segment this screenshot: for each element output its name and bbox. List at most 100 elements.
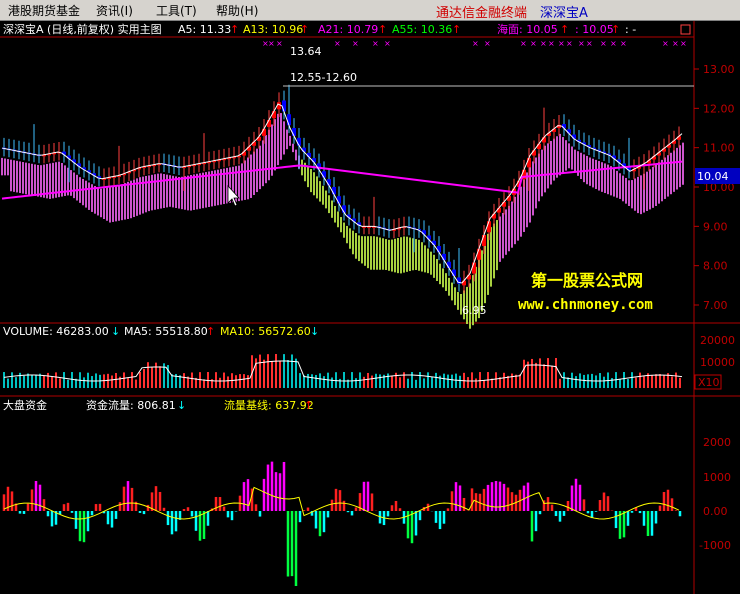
arrow-a13: ↑ — [300, 23, 309, 36]
volume-arrow: ↓ — [111, 325, 120, 338]
volume-axis-20000: 20000 — [700, 334, 735, 347]
arrow-secondary: ↑ — [611, 23, 620, 36]
price-tick-label: 13.00 — [703, 63, 735, 76]
candle-body — [337, 196, 341, 204]
menu-hk-futures-funds[interactable]: 港股期货基金 — [8, 2, 80, 19]
current-price-label: 10.04 — [697, 170, 729, 183]
volume-ma10-arrow: ↓ — [310, 325, 319, 338]
signal-marker: × — [372, 39, 379, 48]
volume-axis-10000: 10000 — [700, 356, 735, 369]
volume-ma10: MA10: 56572.60 — [220, 325, 311, 338]
high-price-label: 13.64 — [290, 45, 322, 58]
candle-body — [437, 246, 441, 253]
candle-body — [272, 111, 276, 119]
signal-markers: × × × × × × × × × × × × × × × × × × × × × × × — [262, 39, 687, 48]
candle-body — [527, 157, 531, 168]
signal-marker: × — [586, 39, 593, 48]
indicator-sea-level: 海面: 10.05 — [497, 22, 558, 36]
app-title: 通达信金融终端 — [436, 6, 528, 21]
signal-marker: × — [540, 39, 547, 48]
signal-marker: × — [276, 39, 283, 48]
main-panel-title: 深深宝A (日线,前复权) 实用主图 — [3, 22, 162, 36]
candle-body — [332, 187, 336, 195]
signal-marker: × — [484, 39, 491, 48]
candle-body — [292, 128, 296, 136]
stock-name: 深深宝A — [540, 6, 588, 21]
candle-body — [282, 100, 286, 112]
price-axis: 13.0012.0011.0010.009.008.007.00 — [694, 63, 735, 312]
panel-maximize-icon[interactable] — [680, 24, 691, 35]
watermark-url: www.chnmoney.com — [518, 297, 653, 313]
price-tick-label: 8.00 — [703, 260, 728, 273]
volume-ma5-arrow: ↑ — [206, 325, 215, 338]
volume-ma5: MA5: 55518.80 — [124, 325, 208, 338]
price-tick-label: 11.00 — [703, 142, 735, 155]
candle-body — [277, 102, 281, 110]
flow-panel-title: 大盘资金 — [3, 398, 47, 412]
candle-body — [447, 261, 451, 269]
price-tick-label: 12.00 — [703, 102, 735, 115]
signal-marker: × — [566, 39, 573, 48]
signal-marker: × — [472, 39, 479, 48]
signal-marker: × — [334, 39, 341, 48]
flow-baseline: 流量基线: 637.92 — [224, 398, 314, 412]
arrow-a55: ↑ — [452, 23, 461, 36]
flow-axis-2000: 2000 — [703, 436, 731, 449]
flow-axis-0: 0.00 — [703, 505, 728, 518]
signal-marker: × — [610, 39, 617, 48]
menu-info[interactable]: 资讯(I) — [96, 2, 133, 19]
flow-axis-minus-1000: -1000 — [699, 539, 731, 552]
signal-marker: × — [548, 39, 555, 48]
candle-body — [267, 119, 271, 128]
candle-body — [477, 248, 481, 260]
candle-body — [452, 269, 456, 276]
chart-area[interactable]: 13.0012.0011.0010.009.008.007.00 深深宝A (日… — [0, 21, 740, 594]
signal-marker: × — [662, 39, 669, 48]
signal-marker: × — [530, 39, 537, 48]
candle-body — [262, 128, 266, 136]
arrow-a21: ↑ — [378, 23, 387, 36]
flow-baseline-line — [3, 486, 680, 520]
candle-body — [442, 253, 446, 261]
signal-marker: × — [520, 39, 527, 48]
range-label: 12.55-12.60 — [290, 71, 357, 84]
signal-marker: × — [352, 39, 359, 48]
signal-marker: × — [600, 39, 607, 48]
signal-marker: × — [680, 39, 687, 48]
signal-marker: × — [578, 39, 585, 48]
low-price-label: 6.95 — [462, 304, 487, 317]
indicator-placeholder: : - — [625, 23, 636, 36]
candle-body — [287, 114, 291, 126]
volume-bars — [3, 354, 683, 388]
flow-arrow: ↓ — [177, 399, 186, 412]
flow-axis-1000: 1000 — [703, 471, 731, 484]
arrow-a5: ↑ — [230, 23, 239, 36]
menu-bar: 港股期货基金 资讯(I) 工具(T) 帮助(H) 通达信金融终端 深深宝A — [0, 0, 740, 21]
signal-marker: × — [672, 39, 679, 48]
candle-body — [472, 262, 476, 274]
price-tick-label: 7.00 — [703, 299, 728, 312]
indicator-a13: A13: 10.96 — [243, 23, 303, 36]
fund-flow-bars — [2, 461, 682, 586]
indicator-secondary: : 10.05 — [575, 23, 614, 36]
candle-body — [487, 221, 491, 233]
signal-marker: × — [620, 39, 627, 48]
candle-body — [482, 234, 486, 246]
arrow-sea-level: ↑ — [560, 23, 569, 36]
indicator-a55: A55: 10.36 — [392, 23, 452, 36]
menu-help[interactable]: 帮助(H) — [216, 2, 258, 19]
candle-body — [327, 179, 331, 186]
signal-marker: × — [384, 39, 391, 48]
menu-tools[interactable]: 工具(T) — [156, 2, 197, 19]
indicator-a21: A21: 10.79 — [318, 23, 378, 36]
price-tick-label: 9.00 — [703, 220, 728, 233]
flow-indicator: 资金流量: 806.81 — [86, 398, 176, 412]
flow-baseline-arrow: ↑ — [304, 399, 313, 412]
watermark-title: 第一股票公式网 — [531, 271, 643, 290]
volume-multiplier: X10 — [698, 376, 720, 389]
indicator-a5: A5: 11.33 — [178, 23, 231, 36]
signal-marker: × — [558, 39, 565, 48]
signal-marker: × — [268, 39, 275, 48]
volume-indicator: VOLUME: 46283.00 — [3, 325, 109, 338]
candle-body — [322, 171, 326, 178]
